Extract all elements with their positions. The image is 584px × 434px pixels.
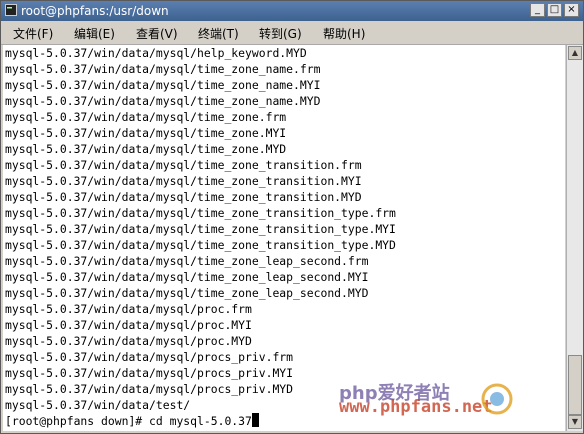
menu-help[interactable]: 帮助(H) bbox=[323, 25, 365, 42]
menu-file[interactable]: 文件(F) bbox=[13, 25, 53, 42]
menu-edit[interactable]: 编辑(E) bbox=[74, 25, 115, 42]
output-line: mysql-5.0.37/win/data/mysql/time_zone_le… bbox=[5, 254, 369, 268]
terminal-output[interactable]: mysql-5.0.37/win/data/mysql/help_keyword… bbox=[3, 45, 565, 431]
output-line: mysql-5.0.37/win/data/mysql/time_zone_tr… bbox=[5, 222, 396, 236]
prompt-line[interactable]: [root@phpfans down]# cd mysql-5.0.37 bbox=[5, 413, 259, 429]
output-line: mysql-5.0.37/win/data/mysql/proc.MYD bbox=[5, 334, 252, 348]
watermark-logo-icon bbox=[481, 383, 513, 415]
output-line: mysql-5.0.37/win/data/mysql/procs_priv.M… bbox=[5, 366, 294, 380]
output-line: mysql-5.0.37/win/data/mysql/time_zone_na… bbox=[5, 94, 321, 108]
title-bar[interactable]: root@phpfans:/usr/down _ □ × bbox=[1, 1, 583, 21]
scroll-up-icon[interactable]: ▲ bbox=[568, 46, 582, 60]
scroll-down-icon[interactable]: ▼ bbox=[568, 415, 582, 429]
output-line: mysql-5.0.37/win/data/mysql/time_zone_tr… bbox=[5, 206, 396, 220]
text-cursor bbox=[251, 413, 259, 427]
output-line: mysql-5.0.37/win/data/mysql/proc.MYI bbox=[5, 318, 252, 332]
output-line: mysql-5.0.37/win/data/mysql/time_zone_tr… bbox=[5, 158, 362, 172]
window-title: root@phpfans:/usr/down bbox=[21, 4, 169, 18]
output-line: mysql-5.0.37/win/data/mysql/proc.frm bbox=[5, 302, 252, 316]
prompt-text: [root@phpfans down]# cd mysql-5.0.37 bbox=[5, 414, 252, 428]
close-button[interactable]: × bbox=[564, 3, 579, 17]
minimize-button[interactable]: _ bbox=[530, 3, 545, 17]
maximize-button[interactable]: □ bbox=[547, 3, 562, 17]
output-line: mysql-5.0.37/win/data/mysql/time_zone.MY… bbox=[5, 142, 287, 156]
menu-go[interactable]: 转到(G) bbox=[259, 25, 302, 42]
terminal-app-icon bbox=[5, 4, 17, 16]
vertical-scrollbar[interactable]: ▲ ▼ bbox=[566, 45, 583, 431]
output-line: mysql-5.0.37/win/data/mysql/procs_priv.M… bbox=[5, 382, 294, 396]
output-line: mysql-5.0.37/win/data/mysql/time_zone_tr… bbox=[5, 190, 362, 204]
menu-terminal[interactable]: 终端(T) bbox=[198, 25, 239, 42]
output-line: mysql-5.0.37/win/data/test/ bbox=[5, 398, 191, 412]
output-line: mysql-5.0.37/win/data/mysql/time_zone_le… bbox=[5, 270, 369, 284]
watermark-url: www.phpfans.net bbox=[339, 397, 493, 417]
output-line: mysql-5.0.37/win/data/mysql/time_zone.MY… bbox=[5, 126, 287, 140]
site-watermark: php爱好者站 www.phpfans.net bbox=[339, 379, 561, 421]
output-line: mysql-5.0.37/win/data/mysql/time_zone.fr… bbox=[5, 110, 287, 124]
output-line: mysql-5.0.37/win/data/mysql/time_zone_na… bbox=[5, 78, 321, 92]
menu-bar: 文件(F) 编辑(E) 查看(V) 终端(T) 转到(G) 帮助(H) bbox=[1, 22, 583, 45]
output-line: mysql-5.0.37/win/data/mysql/time_zone_le… bbox=[5, 286, 369, 300]
output-line: mysql-5.0.37/win/data/mysql/procs_priv.f… bbox=[5, 350, 294, 364]
output-line: mysql-5.0.37/win/data/mysql/help_keyword… bbox=[5, 46, 307, 60]
menu-view[interactable]: 查看(V) bbox=[136, 25, 178, 42]
scroll-thumb[interactable] bbox=[568, 355, 582, 415]
output-line: mysql-5.0.37/win/data/mysql/time_zone_tr… bbox=[5, 174, 362, 188]
output-line: mysql-5.0.37/win/data/mysql/time_zone_tr… bbox=[5, 238, 396, 252]
output-line: mysql-5.0.37/win/data/mysql/time_zone_na… bbox=[5, 62, 321, 76]
terminal-window: root@phpfans:/usr/down _ □ × 文件(F) 编辑(E)… bbox=[0, 0, 584, 434]
